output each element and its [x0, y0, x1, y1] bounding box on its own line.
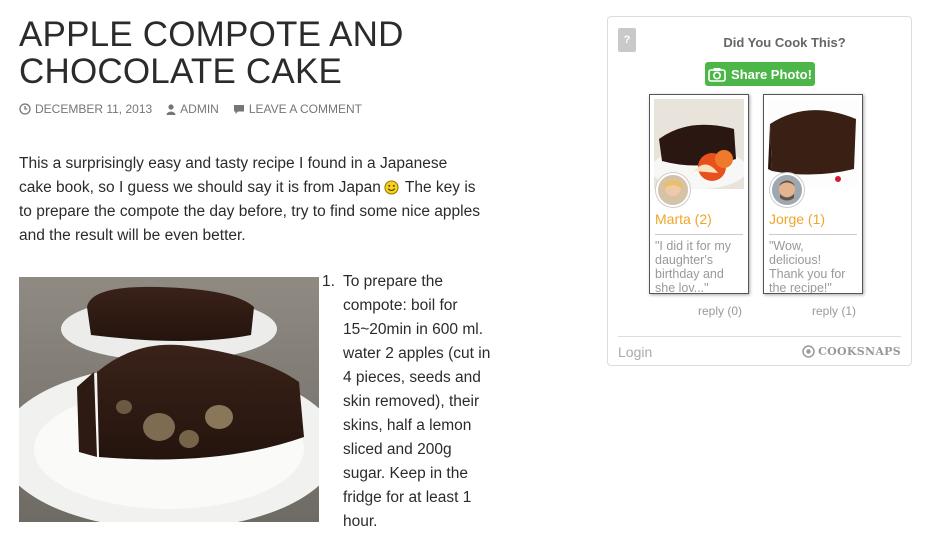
cooksnap-author[interactable]: Jorge (1)	[769, 211, 825, 227]
cooksnap-comment: "Wow, delicious! Thank you for the recip…	[769, 239, 846, 294]
widget-heading: Did You Cook This?	[723, 35, 846, 50]
article: APPLE COMPOTE AND CHOCOLATE CAKE DECEMBE…	[19, 16, 489, 244]
intro-paragraph: This a surprisingly easy and tasty recip…	[19, 152, 481, 248]
help-button[interactable]: ?	[618, 28, 636, 52]
login-link[interactable]: Login	[618, 344, 652, 360]
post-title-line-2[interactable]: CHOCOLATE CAKE	[19, 52, 342, 91]
post-date[interactable]: DECEMBER 11, 2013	[35, 102, 152, 116]
share-photo-button[interactable]: Share Photo!	[705, 62, 815, 86]
clock-icon	[19, 103, 31, 115]
card-divider	[769, 234, 857, 235]
cooksnap-comment: "I did it for my daughter's birthday and…	[655, 239, 731, 294]
cake-photo[interactable]	[19, 277, 319, 522]
post-author[interactable]: ADMIN	[180, 102, 219, 116]
cooksnap-card[interactable]: Jorge (1) "Wow, delicious! Thank you for…	[763, 94, 863, 294]
leave-comment-label[interactable]: LEAVE A COMMENT	[249, 102, 362, 116]
post-title[interactable]: APPLE COMPOTE AND CHOCOLATE CAKE	[19, 16, 489, 90]
recipe-steps: 1. To prepare the compote: boil for 15~2…	[322, 270, 494, 534]
post-date-link[interactable]: DECEMBER 11, 2013	[19, 102, 152, 116]
post-author-link[interactable]: ADMIN	[166, 102, 219, 116]
widget-divider	[618, 336, 901, 337]
step-text: To prepare the compote: boil for 15~20mi…	[343, 273, 491, 530]
avatar[interactable]	[656, 173, 690, 207]
cooksnaps-brand[interactable]: COOKSNAPS	[802, 345, 901, 358]
cooksnaps-logo-icon	[802, 345, 815, 358]
step-number: 1.	[322, 273, 335, 290]
camera-icon	[708, 67, 726, 82]
avatar[interactable]	[770, 173, 804, 207]
card-divider	[655, 234, 743, 235]
cooksnap-author[interactable]: Marta (2)	[655, 211, 712, 227]
leave-comment-link[interactable]: LEAVE A COMMENT	[233, 102, 362, 116]
recipe-step: 1. To prepare the compote: boil for 15~2…	[322, 270, 494, 534]
user-icon	[166, 103, 176, 115]
post-title-line-1[interactable]: APPLE COMPOTE AND	[19, 15, 404, 54]
share-photo-label[interactable]: Share Photo!	[731, 67, 812, 82]
cooksnaps-brand-label[interactable]: COOKSNAPS	[818, 345, 901, 358]
cooksnap-card[interactable]: Marta (2) "I did it for my daughter's bi…	[649, 94, 749, 294]
post-meta: DECEMBER 11, 2013 ADMIN LEAVE A COMMENT	[19, 102, 362, 116]
comment-icon	[233, 104, 244, 114]
reply-link[interactable]: reply (1)	[812, 304, 856, 318]
reply-link[interactable]: reply (0)	[698, 304, 742, 318]
cooksnaps-widget: ? Did You Cook This? Share Photo! Marta …	[607, 16, 912, 366]
smiley-icon	[384, 180, 399, 195]
